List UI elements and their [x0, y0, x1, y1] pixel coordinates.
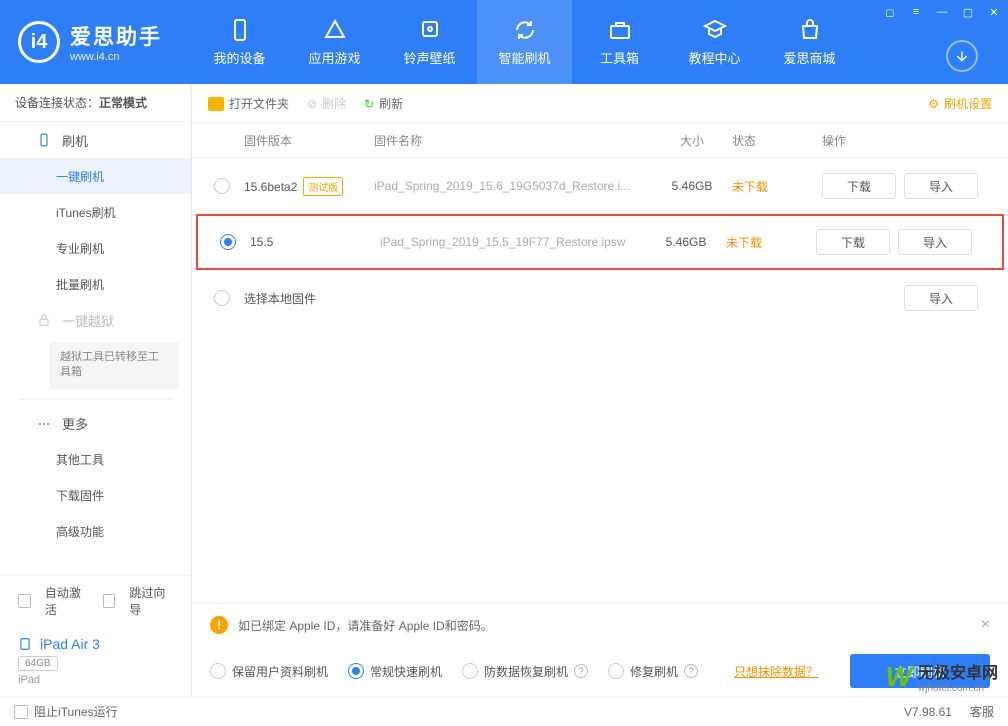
- footer-bar: 阻止iTunes运行 V7.98.61 客服: [0, 696, 1008, 726]
- gear-icon: ⚙: [928, 97, 939, 111]
- delete-icon: ⊘: [307, 97, 317, 111]
- sidebar-item-download[interactable]: 下载固件: [0, 478, 191, 514]
- tab-toolbox[interactable]: 工具箱: [572, 0, 667, 84]
- opt-repair[interactable]: 修复刷机?: [608, 663, 698, 680]
- table-header: 固件版本 固件名称 大小 状态 操作: [192, 124, 1008, 158]
- firmware-row-selected[interactable]: 15.5 iPad_Spring_2019_15.5_19F77_Restore…: [196, 214, 1004, 270]
- skip-guide-checkbox[interactable]: [103, 594, 116, 608]
- open-folder-button[interactable]: 打开文件夹: [208, 95, 289, 112]
- sidebar-more-group[interactable]: 更多: [0, 406, 191, 442]
- menu-icon[interactable]: ≡: [908, 4, 924, 20]
- logo-icon: i4: [18, 21, 60, 63]
- help-icon[interactable]: ?: [574, 664, 588, 678]
- opt-quick[interactable]: 常规快速刷机: [348, 663, 442, 680]
- sidebar-flash-group[interactable]: 刷机: [0, 122, 191, 158]
- toolbar: 打开文件夹 ⊘删除 ↻刷新 ⚙刷机设置: [192, 84, 1008, 124]
- main-panel: 打开文件夹 ⊘删除 ↻刷新 ⚙刷机设置 固件版本 固件名称 大小 状态 操作 1…: [192, 84, 1008, 696]
- warning-icon: !: [210, 616, 228, 634]
- sidebar-item-advanced[interactable]: 高级功能: [0, 514, 191, 550]
- opt-anti-recovery[interactable]: 防数据恢复刷机?: [462, 663, 588, 680]
- delete-button[interactable]: ⊘删除: [307, 95, 346, 112]
- service-link[interactable]: 客服: [970, 703, 994, 720]
- prevent-itunes[interactable]: 阻止iTunes运行: [14, 703, 118, 720]
- sidebar-item-oneclick[interactable]: 一键刷机: [0, 158, 191, 194]
- close-notice-button[interactable]: ×: [981, 616, 990, 634]
- more-icon: [36, 416, 52, 432]
- sync-icon[interactable]: [946, 40, 978, 72]
- tab-apps[interactable]: 应用游戏: [287, 0, 382, 84]
- window-controls: ◻ ≡ — ▢ ✕: [882, 4, 1002, 20]
- watermark: W 无极安卓网 wjhotel.com.cn: [886, 659, 998, 694]
- logo-area: i4 爱思助手 www.i4.cn: [0, 0, 192, 84]
- close-icon[interactable]: ✕: [986, 4, 1002, 20]
- download-button[interactable]: 下载: [822, 173, 896, 199]
- lock-icon: [36, 312, 52, 328]
- sidebar-item-pro[interactable]: 专业刷机: [0, 230, 191, 266]
- app-name: 爱思助手: [70, 21, 162, 51]
- refresh-button[interactable]: ↻刷新: [364, 95, 403, 112]
- minimize-icon[interactable]: —: [934, 4, 950, 20]
- download-button[interactable]: 下载: [816, 229, 890, 255]
- nav-tabs: 我的设备 应用游戏 铃声壁纸 智能刷机 工具箱 教程中心 爱思商城: [192, 0, 857, 84]
- refresh-icon: ↻: [364, 97, 374, 111]
- import-button[interactable]: 导入: [898, 229, 972, 255]
- sidebar-item-batch[interactable]: 批量刷机: [0, 266, 191, 302]
- watermark-logo-icon: W: [886, 661, 912, 693]
- sidebar-item-itunes[interactable]: iTunes刷机: [0, 194, 191, 230]
- tab-store[interactable]: 爱思商城: [762, 0, 857, 84]
- notice-bar: ! 如已绑定 Apple ID，请准备好 Apple ID和密码。 ×: [192, 604, 1008, 646]
- firmware-row[interactable]: 15.6beta2测试版 iPad_Spring_2019_15.6_19G50…: [192, 158, 1008, 214]
- folder-icon: [208, 97, 224, 111]
- import-button[interactable]: 导入: [904, 173, 978, 199]
- skin-icon[interactable]: ◻: [882, 4, 898, 20]
- flash-settings-button[interactable]: ⚙刷机设置: [928, 95, 992, 112]
- erase-link[interactable]: 只想抹除数据？: [734, 663, 818, 680]
- app-header: i4 爱思助手 www.i4.cn 我的设备 应用游戏 铃声壁纸 智能刷机 工具…: [0, 0, 1008, 84]
- radio[interactable]: [220, 234, 236, 250]
- app-url: www.i4.cn: [70, 51, 162, 63]
- sidebar-checks: 自动激活 跳过向导: [0, 575, 191, 626]
- phone-icon: [36, 132, 52, 148]
- radio[interactable]: [214, 178, 230, 194]
- auto-activate-checkbox[interactable]: [18, 594, 31, 608]
- tab-tutorials[interactable]: 教程中心: [667, 0, 762, 84]
- sidebar-jailbreak: 一键越狱: [0, 302, 191, 338]
- opt-keep-data[interactable]: 保留用户资料刷机: [210, 663, 328, 680]
- version-label: V7.98.61: [904, 705, 952, 719]
- capacity-badge: 64GB: [18, 656, 58, 671]
- radio[interactable]: [214, 290, 230, 306]
- tab-flash[interactable]: 智能刷机: [477, 0, 572, 84]
- sidebar: 设备连接状态：正常模式 刷机 一键刷机 iTunes刷机 专业刷机 批量刷机 一…: [0, 84, 192, 696]
- tablet-icon: [18, 637, 32, 651]
- import-button[interactable]: 导入: [904, 285, 978, 311]
- connection-status: 设备连接状态：正常模式: [0, 84, 191, 122]
- jailbreak-note: 越狱工具已转移至工具箱: [50, 342, 179, 389]
- tab-ringtones[interactable]: 铃声壁纸: [382, 0, 477, 84]
- local-firmware-row[interactable]: 选择本地固件 导入: [192, 270, 1008, 326]
- help-icon[interactable]: ?: [684, 664, 698, 678]
- tab-my-device[interactable]: 我的设备: [192, 0, 287, 84]
- maximize-icon[interactable]: ▢: [960, 4, 976, 20]
- device-info: iPad Air 3 64GB iPad: [0, 626, 191, 696]
- sidebar-item-other-tools[interactable]: 其他工具: [0, 442, 191, 478]
- test-tag: 测试版: [303, 177, 343, 196]
